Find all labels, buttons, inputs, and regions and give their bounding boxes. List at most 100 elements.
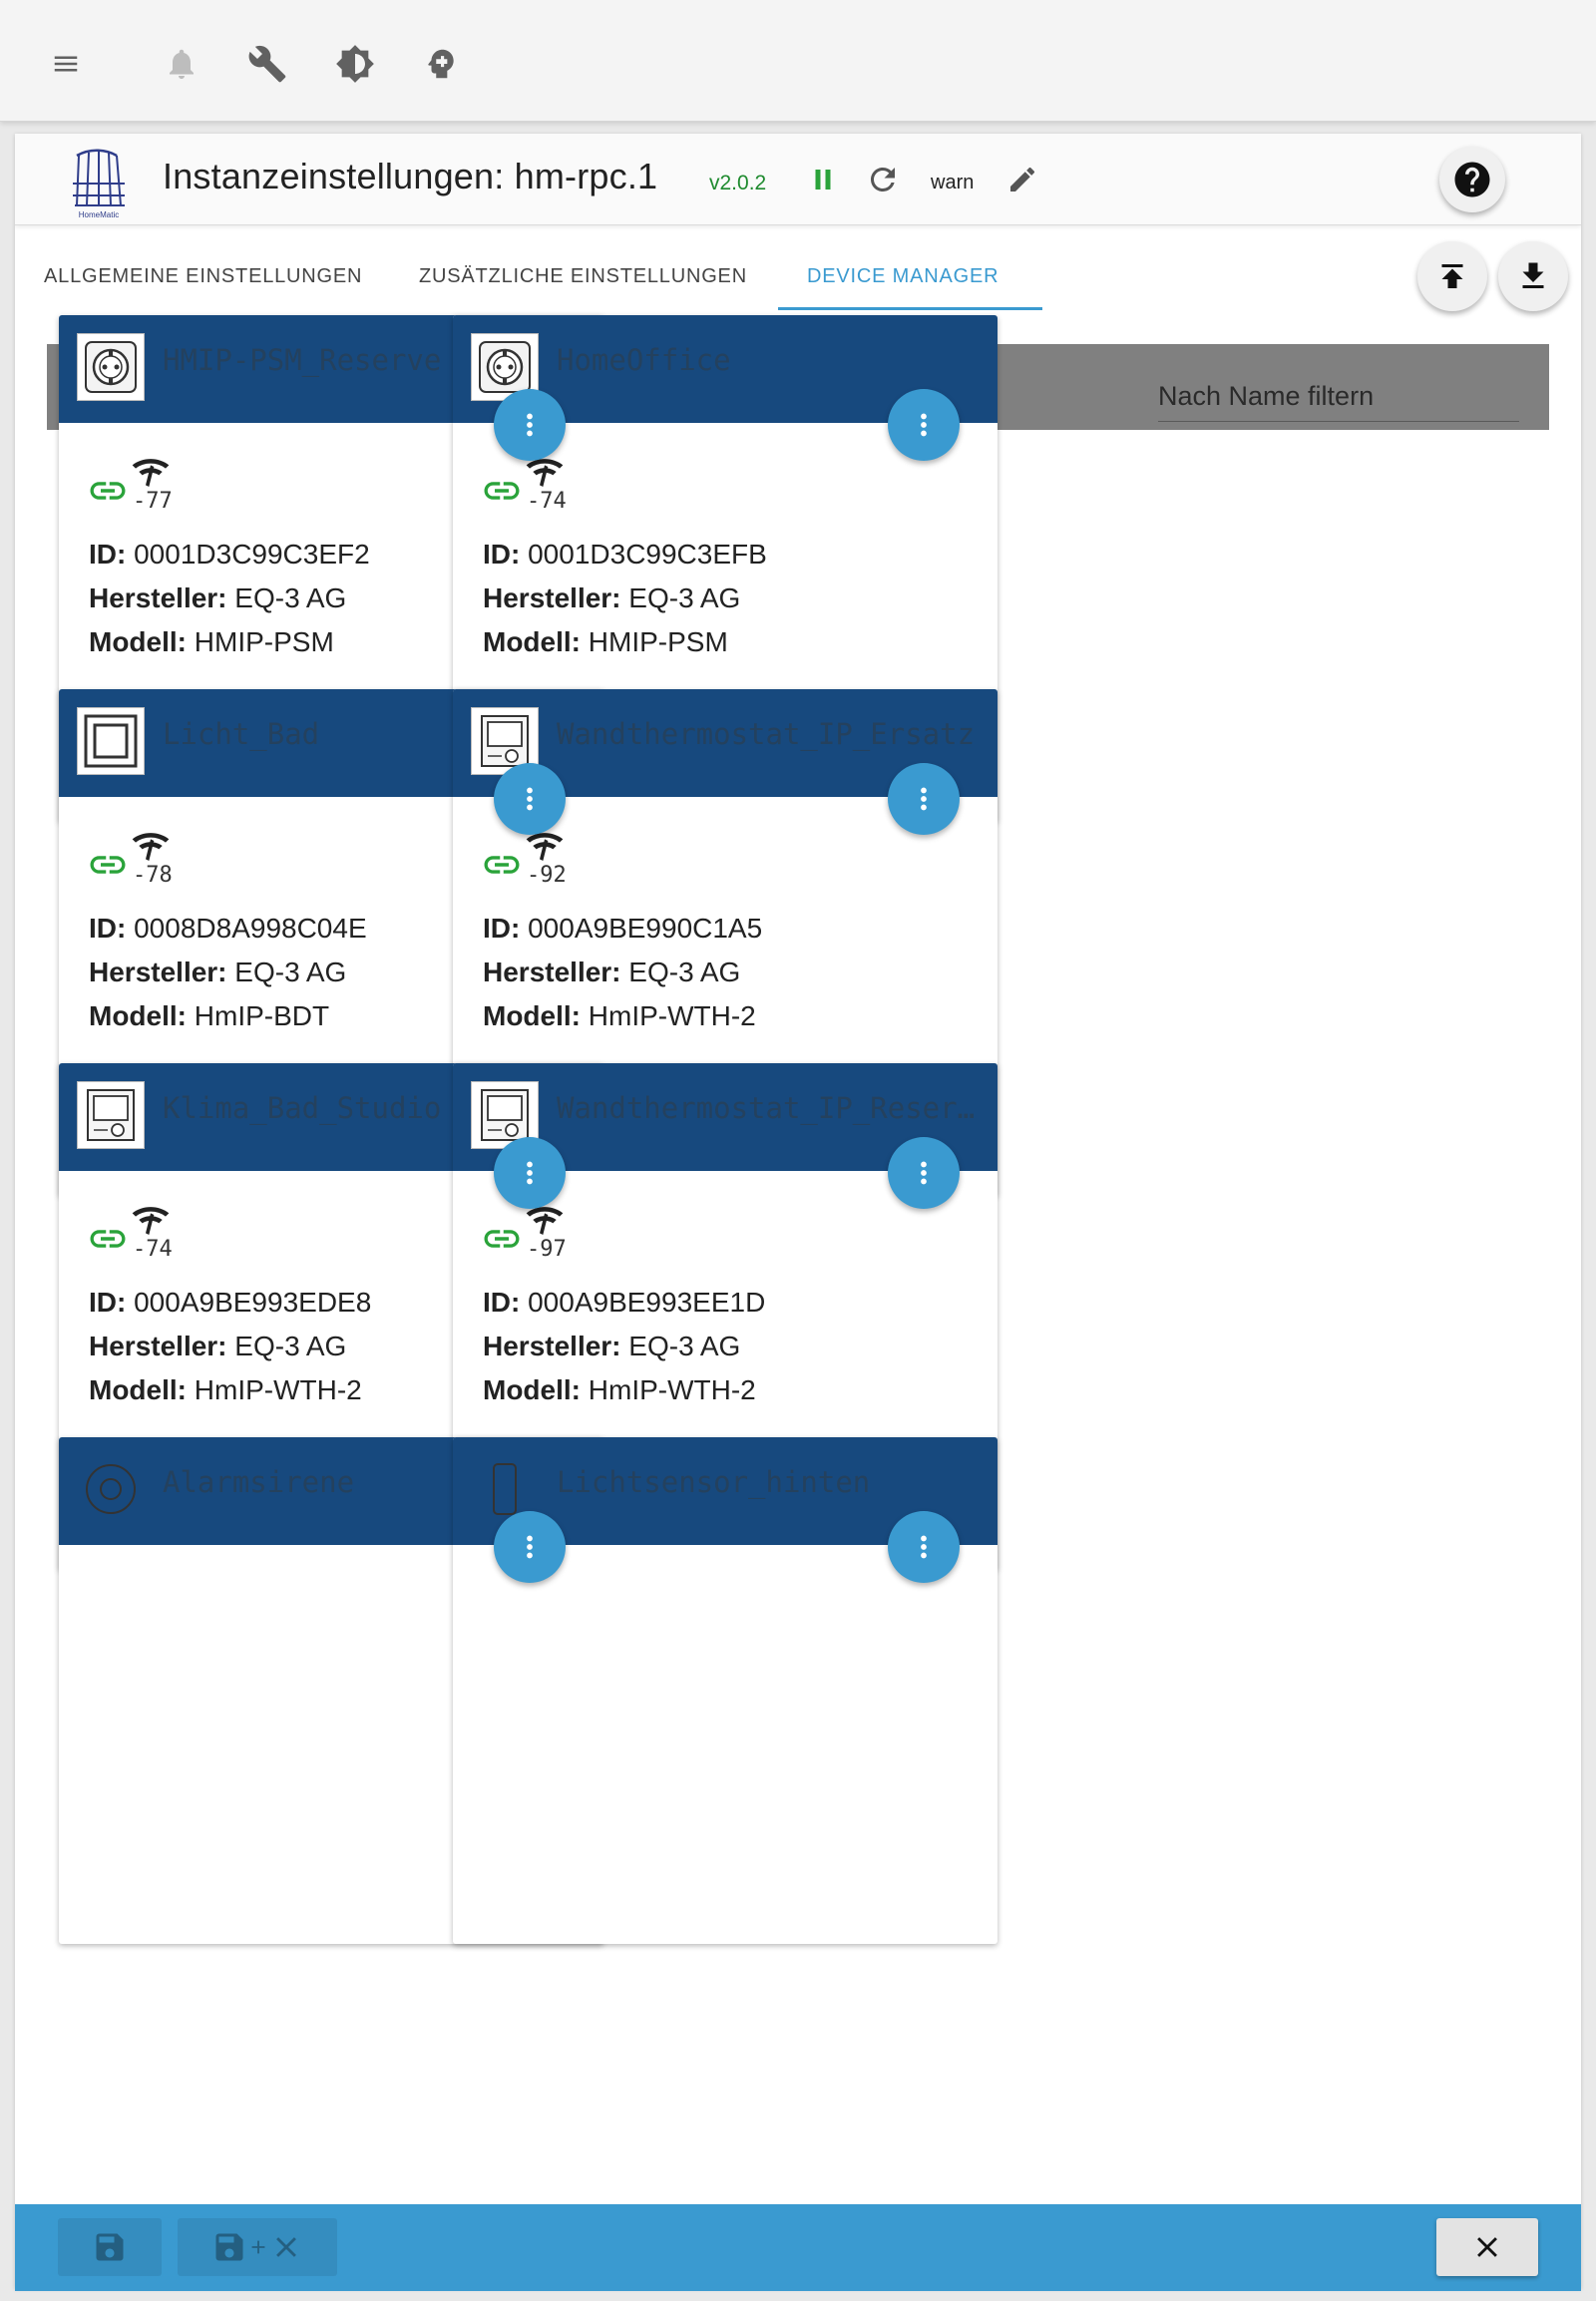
tab-general[interactable]: ALLGEMEINE EINSTELLUNGEN: [44, 265, 362, 288]
model-label: Modell:: [483, 626, 581, 657]
more-vert-icon: [921, 413, 927, 437]
plus-icon: [251, 2240, 265, 2254]
device-manufacturer: Hersteller: EQ-3 AG: [89, 582, 346, 614]
tab-additional[interactable]: ZUSÄTZLICHE EINSTELLUNGEN: [419, 265, 747, 288]
upload-config-button[interactable]: [1417, 241, 1487, 311]
manufacturer-label: Hersteller:: [483, 1331, 621, 1361]
link-icon: [90, 1230, 126, 1248]
save-icon: [215, 2233, 243, 2261]
model-value: HMIP-PSM: [194, 626, 334, 657]
device-model: Modell: HMIP-PSM: [89, 626, 334, 658]
download-config-button[interactable]: [1498, 241, 1568, 311]
save-and-close-button[interactable]: [178, 2218, 337, 2276]
model-value: HmIP-WTH-2: [588, 1000, 756, 1031]
restart-icon[interactable]: [863, 160, 903, 199]
rssi-value: -92: [527, 863, 567, 888]
device-menu-button[interactable]: [494, 1137, 566, 1209]
link-icon: [484, 1230, 520, 1248]
device-name: Wandthermostat_IP_Ersatz: [557, 717, 976, 751]
manufacturer-label: Hersteller:: [89, 1331, 227, 1361]
id-value: 0001D3C99C3EF2: [134, 539, 370, 570]
save-icon: [96, 2233, 124, 2261]
instance-settings-panel: HomeMatic Instanzeinstellungen: hm-rpc.1…: [15, 134, 1581, 2288]
model-value: HMIP-PSM: [588, 626, 728, 657]
settings-tabs: ALLGEMEINE EINSTELLUNGEN ZUSÄTZLICHE EIN…: [15, 225, 1581, 325]
id-label: ID:: [483, 913, 521, 944]
device-menu-button[interactable]: [494, 1511, 566, 1583]
id-label: ID:: [483, 1287, 521, 1318]
device-model: Modell: HmIP-WTH-2: [483, 1374, 756, 1406]
edit-log-level-icon[interactable]: [1002, 160, 1042, 199]
model-value: HmIP-WTH-2: [194, 1374, 362, 1405]
device-menu-button[interactable]: [888, 1511, 960, 1583]
device-id: ID: 000A9BE990C1A5: [483, 913, 762, 945]
device-model: Modell: HmIP-WTH-2: [483, 1000, 756, 1032]
manufacturer-label: Hersteller:: [89, 582, 227, 613]
more-vert-icon: [921, 787, 927, 811]
help-button[interactable]: [1439, 147, 1505, 212]
manufacturer-value: EQ-3 AG: [234, 957, 347, 987]
link-icon: [90, 856, 126, 874]
device-manufacturer: Hersteller: EQ-3 AG: [483, 582, 740, 614]
upload-icon: [1441, 264, 1463, 288]
device-manufacturer: Hersteller: EQ-3 AG: [483, 957, 740, 988]
more-vert-icon: [527, 1535, 533, 1559]
device-menu-button[interactable]: [888, 1137, 960, 1209]
bell-icon[interactable]: [156, 38, 207, 90]
more-vert-icon: [921, 1161, 927, 1185]
device-manufacturer: Hersteller: EQ-3 AG: [483, 1331, 740, 1362]
device-id: ID: 000A9BE993EDE8: [89, 1287, 371, 1319]
device-name: Lichtsensor_hinten: [557, 1465, 871, 1499]
signal-icon: [132, 1207, 170, 1235]
rssi-value: -74: [527, 489, 567, 514]
device-menu-button[interactable]: [494, 763, 566, 835]
expert-mode-icon[interactable]: [415, 38, 467, 90]
siren-icon: [77, 1455, 145, 1523]
model-value: HmIP-BDT: [194, 1000, 330, 1031]
manufacturer-value: EQ-3 AG: [628, 1331, 741, 1361]
rssi-value: -97: [527, 1237, 567, 1262]
id-label: ID:: [89, 913, 127, 944]
manufacturer-value: EQ-3 AG: [628, 957, 741, 987]
close-button[interactable]: [1436, 2218, 1538, 2276]
save-button[interactable]: [58, 2218, 162, 2276]
model-label: Modell:: [89, 626, 187, 657]
id-value: 000A9BE990C1A5: [528, 913, 763, 944]
device-id: ID: 000A9BE993EE1D: [483, 1287, 765, 1319]
device-name: Wandthermostat_IP_Reserve: [557, 1091, 980, 1125]
more-vert-icon: [527, 1161, 533, 1185]
more-vert-icon: [921, 1535, 927, 1559]
manufacturer-value: EQ-3 AG: [628, 582, 741, 613]
active-tab-indicator: [778, 307, 1042, 310]
manufacturer-value: EQ-3 AG: [234, 1331, 347, 1361]
more-vert-icon: [527, 413, 533, 437]
manufacturer-label: Hersteller:: [483, 957, 621, 987]
app-root: HomeMatic Instanzeinstellungen: hm-rpc.1…: [0, 0, 1596, 2301]
device-menu-button[interactable]: [494, 389, 566, 461]
page-title: Instanzeinstellungen: hm-rpc.1: [163, 156, 658, 196]
menu-icon[interactable]: [40, 38, 92, 90]
bottom-action-bar: [15, 2204, 1581, 2291]
tab-device-manager[interactable]: DEVICE MANAGER: [807, 265, 998, 288]
manufacturer-label: Hersteller:: [89, 957, 227, 987]
dimmer-icon: [77, 707, 145, 775]
device-menu-button[interactable]: [888, 389, 960, 461]
brightness-icon[interactable]: [329, 38, 381, 90]
close-icon: [1477, 2237, 1497, 2257]
wrench-icon[interactable]: [241, 38, 293, 90]
id-value: 0008D8A998C04E: [134, 913, 367, 944]
id-value: 000A9BE993EE1D: [528, 1287, 766, 1318]
device-model: Modell: HmIP-WTH-2: [89, 1374, 362, 1406]
socket-icon: [77, 333, 145, 401]
logo-caption: HomeMatic: [79, 210, 119, 219]
name-filter-input[interactable]: [1158, 372, 1519, 422]
device-menu-button[interactable]: [888, 763, 960, 835]
top-toolbar: [0, 0, 1596, 122]
panel-header: HomeMatic Instanzeinstellungen: hm-rpc.1…: [15, 134, 1581, 225]
version-label: v2.0.2: [709, 172, 767, 194]
model-label: Modell:: [483, 1374, 581, 1405]
device-model: Modell: HMIP-PSM: [483, 626, 728, 658]
model-label: Modell:: [483, 1000, 581, 1031]
more-vert-icon: [527, 787, 533, 811]
pause-icon[interactable]: [803, 160, 843, 199]
